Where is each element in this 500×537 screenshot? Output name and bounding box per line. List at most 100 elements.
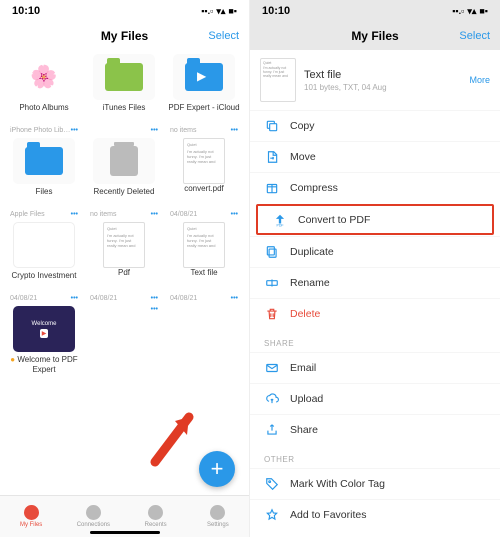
main-app: 10:10 ▪▪.▫ ▾▴ ■▪ My Files Select 🌸Photo … xyxy=(0,0,250,537)
status-bar: 10:10 ▪▪.▫ ▾▴ ■▪ xyxy=(0,0,249,22)
copy-icon xyxy=(264,119,279,134)
file-tile[interactable]: QuietI'm actually not funny. I'm just re… xyxy=(164,220,244,293)
file-meta: 04/08/21••• xyxy=(84,293,164,304)
action-move[interactable]: Move xyxy=(250,141,500,172)
delete-icon xyxy=(264,307,279,322)
file-tile[interactable]: 🌸Photo Albums xyxy=(4,52,84,125)
action-mark-with-color-tag[interactable]: Mark With Color Tag xyxy=(250,468,500,499)
action-delete[interactable]: Delete xyxy=(250,298,500,329)
more-icon[interactable]: ••• xyxy=(71,127,78,134)
more-icon[interactable]: ••• xyxy=(231,211,238,218)
tab-icon xyxy=(148,505,163,520)
file-meta: Apple Files••• xyxy=(4,209,84,220)
header: My Files Select xyxy=(250,22,500,50)
more-icon[interactable]: ••• xyxy=(151,295,158,302)
file-meta: no items••• xyxy=(164,125,244,136)
tab-my-files[interactable]: My Files xyxy=(0,496,62,537)
move-icon xyxy=(264,150,279,165)
file-subtitle: 101 bytes, TXT, 04 Aug xyxy=(304,83,461,92)
file-tile[interactable]: Welcome▶● Welcome to PDF Expert xyxy=(4,304,84,377)
file-meta: 04/08/21••• xyxy=(164,293,244,304)
action-label: Convert to PDF xyxy=(298,214,370,226)
file-name: Text file xyxy=(166,268,242,288)
action-upload[interactable]: Upload xyxy=(250,383,500,414)
action-label: Copy xyxy=(290,120,315,132)
status-time: 10:10 xyxy=(12,5,40,17)
more-icon[interactable]: ••• xyxy=(151,211,158,218)
action-label: Move xyxy=(290,151,316,163)
actions-menu: Copy Move Compress PDF Convert to PDF Duplica… xyxy=(250,110,500,329)
file-thumbnail: Quiet I'm actually not funny. I'm just r… xyxy=(260,58,296,102)
action-label: Duplicate xyxy=(290,246,334,258)
home-indicator xyxy=(90,531,160,534)
file-info: Quiet I'm actually not funny. I'm just r… xyxy=(250,50,500,110)
tab-settings[interactable]: Settings xyxy=(187,496,249,537)
action-duplicate[interactable]: Duplicate xyxy=(250,236,500,267)
action-label: Email xyxy=(290,362,316,374)
file-name: iTunes Files xyxy=(86,103,162,123)
more-icon[interactable]: ••• xyxy=(231,295,238,302)
svg-text:PDF: PDF xyxy=(276,223,283,227)
more-icon[interactable]: ••• xyxy=(231,127,238,134)
file-tile[interactable]: iTunes Files xyxy=(84,52,164,125)
mail-icon xyxy=(264,361,279,376)
more-icon[interactable]: ••• xyxy=(151,306,158,375)
action-share[interactable]: Share xyxy=(250,414,500,445)
pdf-icon: PDF xyxy=(272,212,287,227)
action-sheet-pane: 10:10 ▪▪.▫ ▾▴ ■▪ My Files Select Quiet I… xyxy=(250,0,500,537)
action-add-to-favorites[interactable]: Add to Favorites xyxy=(250,499,500,530)
action-copy[interactable]: Copy xyxy=(250,110,500,141)
add-button[interactable]: + xyxy=(199,451,235,487)
status-time: 10:10 xyxy=(262,5,290,17)
file-meta: 04/08/21••• xyxy=(164,209,244,220)
tab-icon xyxy=(86,505,101,520)
select-button[interactable]: Select xyxy=(459,30,490,42)
file-tile[interactable]: Recently Deleted xyxy=(84,136,164,209)
action-label: Delete xyxy=(290,308,320,320)
file-tile[interactable]: Files xyxy=(4,136,84,209)
more-icon[interactable]: ••• xyxy=(71,295,78,302)
file-name: ● Welcome to PDF Expert xyxy=(6,355,82,375)
file-meta: iPhone Photo Lib…••• xyxy=(4,125,84,136)
file-tile[interactable]: QuietI'm actually not funny. I'm just re… xyxy=(164,136,244,209)
file-tile[interactable]: QuietI'm actually not funny. I'm just re… xyxy=(84,220,164,293)
star-icon xyxy=(264,508,279,523)
more-icon[interactable]: ••• xyxy=(71,211,78,218)
action-convert-to-pdf[interactable]: PDF Convert to PDF xyxy=(256,204,494,235)
duplicate-icon xyxy=(264,245,279,260)
other-menu: Mark With Color Tag Add to Favorites xyxy=(250,468,500,530)
file-name: Crypto Investment xyxy=(6,271,82,291)
status-bar: 10:10 ▪▪.▫ ▾▴ ■▪ xyxy=(250,0,500,22)
action-email[interactable]: Email xyxy=(250,352,500,383)
file-meta: ••• xyxy=(84,125,164,136)
file-tile[interactable]: Crypto Investment xyxy=(4,220,84,293)
file-name: Pdf xyxy=(86,268,162,288)
tab-icon xyxy=(24,505,39,520)
file-meta: 04/08/21••• xyxy=(4,293,84,304)
action-label: Compress xyxy=(290,182,338,194)
more-button[interactable]: More xyxy=(469,75,490,85)
file-meta: ••• xyxy=(84,304,164,377)
action-label: Rename xyxy=(290,277,330,289)
file-tile[interactable]: ▶PDF Expert - iCloud xyxy=(164,52,244,125)
select-button[interactable]: Select xyxy=(208,30,239,42)
file-meta: no items••• xyxy=(84,209,164,220)
tab-icon xyxy=(210,505,225,520)
action-rename[interactable]: Rename xyxy=(250,267,500,298)
share-icon xyxy=(264,423,279,438)
file-name: Text file xyxy=(304,69,461,81)
header: My Files Select xyxy=(0,22,249,50)
file-name: convert.pdf xyxy=(166,184,242,204)
compress-icon xyxy=(264,181,279,196)
action-label: Upload xyxy=(290,393,323,405)
action-label: Mark With Color Tag xyxy=(290,478,385,490)
file-name: Files xyxy=(6,187,82,207)
more-icon[interactable]: ••• xyxy=(151,127,158,134)
rename-icon xyxy=(264,276,279,291)
action-compress[interactable]: Compress xyxy=(250,172,500,203)
upload-icon xyxy=(264,392,279,407)
tag-icon xyxy=(264,477,279,492)
share-section-header: SHARE xyxy=(250,329,500,352)
file-name: Photo Albums xyxy=(6,103,82,123)
files-grid[interactable]: 🌸Photo AlbumsiTunes Files▶PDF Expert - i… xyxy=(0,50,249,495)
